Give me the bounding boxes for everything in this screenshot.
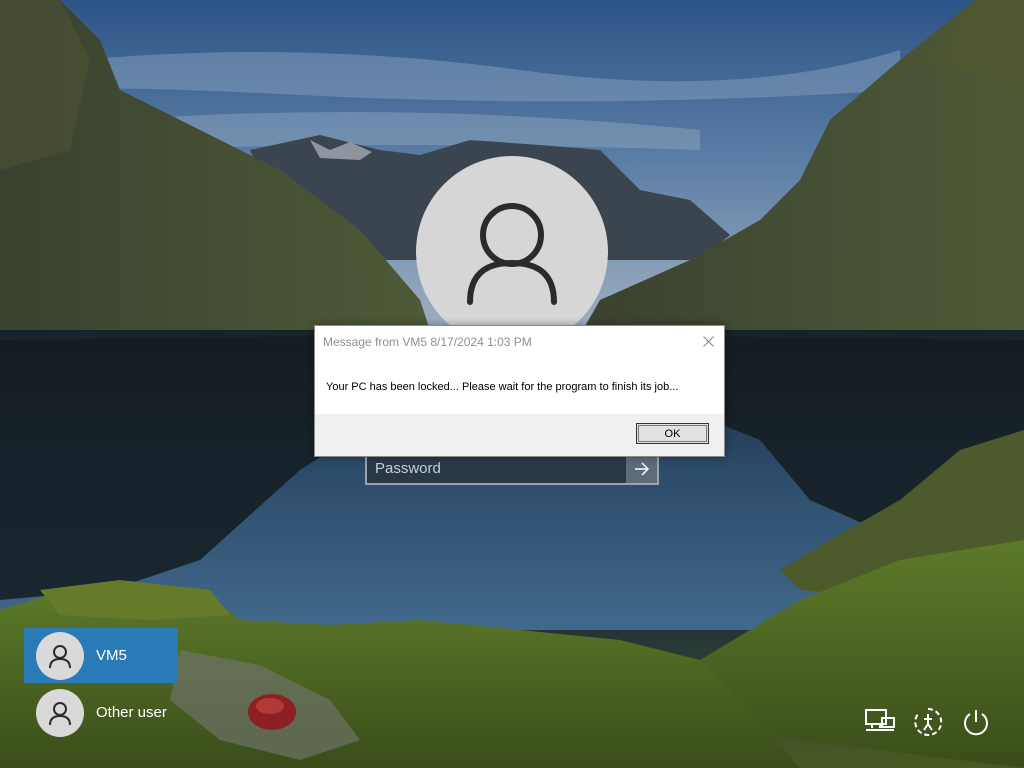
user-tile-vm5[interactable]: VM5	[24, 628, 178, 683]
message-dialog: Message from VM5 8/17/2024 1:03 PM Your …	[314, 325, 725, 457]
user-name: Other user	[96, 704, 167, 721]
ok-button[interactable]: OK	[636, 423, 709, 444]
power-icon	[964, 710, 988, 736]
password-input[interactable]	[367, 454, 626, 483]
lock-screen: Message from VM5 8/17/2024 1:03 PM Your …	[0, 0, 1024, 768]
user-name: VM5	[96, 647, 127, 664]
ease-of-access-icon	[914, 707, 943, 736]
user-avatar	[36, 631, 84, 680]
network-icon	[865, 709, 895, 731]
arrow-right-icon	[634, 461, 649, 476]
dialog-message: Your PC has been locked... Please wait f…	[326, 381, 679, 393]
user-avatar	[36, 688, 84, 737]
dialog-footer: OK	[315, 414, 724, 456]
dialog-title: Message from VM5 8/17/2024 1:03 PM	[323, 335, 532, 349]
close-icon	[702, 335, 714, 347]
submit-password-button[interactable]	[626, 454, 657, 483]
power-button[interactable]	[958, 704, 994, 740]
user-avatar-large	[416, 156, 608, 348]
user-icon	[49, 701, 71, 725]
network-button[interactable]	[862, 704, 898, 740]
user-icon	[49, 644, 71, 668]
ease-of-access-button[interactable]	[910, 704, 946, 740]
user-icon	[467, 203, 557, 305]
dialog-close-button[interactable]	[698, 332, 718, 350]
user-tile-other-user[interactable]: Other user	[24, 685, 178, 740]
